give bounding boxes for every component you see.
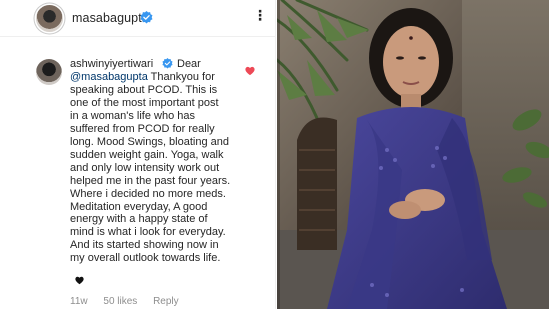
post-header: masabagupta ⋮ [0,0,276,37]
comment-line: suffered from PCOD for really [70,122,215,135]
comment-likes[interactable]: 50 likes [103,296,137,307]
comment-first-word: Dear [177,58,201,70]
comment-line: mind is what i look for everyday. [70,226,226,239]
comment-line: one of the most important post [70,96,219,109]
reply-button[interactable]: Reply [153,296,179,307]
commenter-avatar[interactable] [36,59,62,85]
comment-line: energy with a happy state of [70,213,208,226]
heart-liked-icon[interactable] [245,66,255,76]
comment-line: Where i decided no more meds. [70,187,226,200]
comment-line: Meditation everyday, A good [70,200,208,213]
mention-link[interactable]: @masabagupta [70,71,148,83]
comment-line: And its started showing now in [70,239,219,252]
instagram-post-panel: masabagupta ⋮ ashwinyiyertiwari Dear @ma… [0,0,276,309]
post-photo [277,0,549,309]
owner-username[interactable]: masabagupta [72,11,149,25]
comment-line: helped me in the past four years. [70,174,231,187]
photo-illustration [277,0,549,309]
comment-line: @masabagupta Thankyou for [70,71,215,83]
verified-badge-icon [140,11,153,24]
verified-badge-icon [162,58,173,69]
comment-meta: 11w 50 likes Reply [70,296,192,307]
comment-text: @masabagupta Thankyou for speaking about… [70,71,270,265]
comment-line: speaking about PCOD. This is [70,83,218,96]
comment-line: in a woman's life who has [70,109,195,122]
comment-line: my overall outlook towards life. [70,252,221,265]
comment-line: and only low intensity work out [70,161,220,174]
comment-line: sudden weight gain. Yoga, walk [70,148,224,161]
heart-emoji-icon [75,276,84,285]
commenter-username[interactable]: ashwinyiyertiwari [70,58,153,70]
comment-time: 11w [70,296,88,307]
comment-line: long. Mood Swings, bloating and [70,135,229,148]
owner-avatar[interactable] [36,5,63,32]
more-options-icon[interactable]: ⋮ [253,8,267,22]
